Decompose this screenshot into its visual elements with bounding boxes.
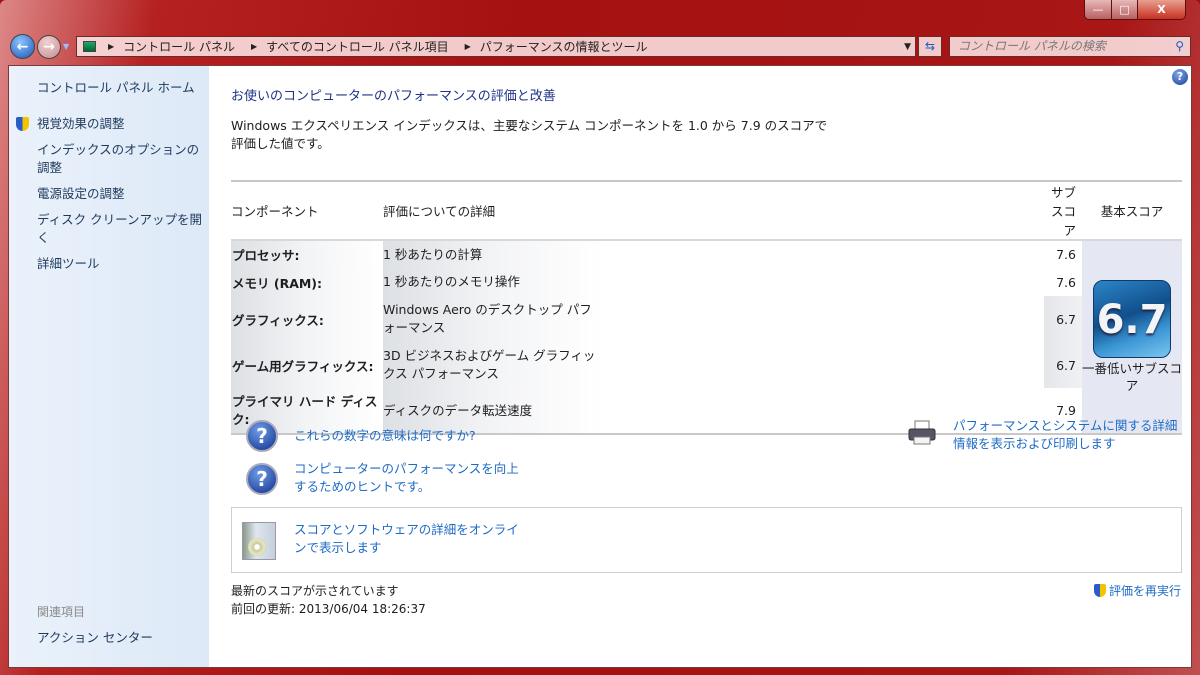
base-score-badge: 6.7 bbox=[1093, 280, 1171, 358]
subscore: 7.6 bbox=[1056, 247, 1076, 262]
disc-icon bbox=[248, 538, 266, 556]
page-description: Windows エクスペリエンス インデックスは、主要なシステム コンポーネント… bbox=[231, 118, 828, 151]
question-icon: ? bbox=[246, 463, 278, 495]
table-row: グラフィックス: Windows Aero のデスクトップ パフォーマンス 6.… bbox=[231, 296, 1182, 342]
sidebar-action-center[interactable]: アクション センター bbox=[37, 629, 202, 647]
sidebar-power-settings[interactable]: 電源設定の調整 bbox=[37, 185, 202, 203]
component-detail: 1 秒あたりのメモリ操作 bbox=[383, 268, 603, 296]
subscore: 6.7 bbox=[1044, 342, 1082, 388]
uac-shield-icon bbox=[1093, 584, 1106, 597]
uac-shield-icon bbox=[16, 117, 29, 131]
table-header: コンポーネント 評価についての詳細 サブスコア 基本スコア bbox=[231, 181, 1182, 241]
sidebar-home-link[interactable]: コントロール パネル ホーム bbox=[37, 79, 202, 97]
status-latest: 最新のスコアが示されています bbox=[231, 584, 399, 598]
related-heading: 関連項目 bbox=[37, 605, 86, 619]
breadcrumb-control-panel[interactable]: コントロール パネル bbox=[123, 38, 235, 55]
component-name: プロセッサ: bbox=[231, 240, 383, 268]
table-row: ゲーム用グラフィックス: 3D ビジネスおよびゲーム グラフィックス パフォーマ… bbox=[231, 342, 1182, 388]
rerun-assessment-link[interactable]: 評価を再実行 bbox=[1093, 582, 1181, 599]
subscore: 6.7 bbox=[1044, 296, 1082, 342]
recent-pages-dropdown[interactable]: ▼ bbox=[63, 42, 69, 51]
component-name: メモリ (RAM): bbox=[231, 268, 383, 296]
link-score-meaning[interactable]: これらの数字の意味は何ですか? bbox=[294, 427, 476, 445]
header-detail: 評価についての詳細 bbox=[383, 181, 603, 241]
status-text: 最新のスコアが示されています 前回の更新: 2013/06/04 18:26:3… bbox=[231, 582, 426, 618]
online-details-box: スコアとソフトウェアの詳細をオンラインで表示します bbox=[231, 507, 1182, 573]
address-dropdown-icon[interactable]: ▼ bbox=[904, 42, 911, 52]
address-bar[interactable]: ▶ コントロール パネル ▶ すべてのコントロール パネル項目 ▶ パフォーマン… bbox=[76, 36, 916, 57]
search-input[interactable]: コントロール パネルの検索 ⚲ bbox=[949, 36, 1191, 57]
subscore: 7.6 bbox=[1056, 274, 1076, 290]
sidebar-advanced-tools[interactable]: 詳細ツール bbox=[37, 255, 202, 273]
component-detail: Windows Aero のデスクトップ パフォーマンス bbox=[383, 296, 603, 342]
breadcrumb-separator-icon[interactable]: ▶ bbox=[108, 42, 114, 51]
navigation-buttons: ← → ▼ bbox=[10, 34, 69, 59]
forward-button[interactable]: → bbox=[37, 34, 61, 59]
sidebar: コントロール パネル ホーム 視覚効果の調整 インデックスのオプションの調整 電… bbox=[9, 66, 209, 667]
question-icon: ? bbox=[246, 420, 278, 452]
breadcrumb-performance[interactable]: パフォーマンスの情報とツール bbox=[480, 38, 648, 55]
refresh-button[interactable]: ⇆ bbox=[918, 36, 942, 57]
minimize-button[interactable]: — bbox=[1085, 0, 1112, 19]
score-table: コンポーネント 評価についての詳細 サブスコア 基本スコア プロセッサ: 1 秒… bbox=[231, 180, 1182, 435]
page-title: お使いのコンピューターのパフォーマンスの評価と改善 bbox=[231, 89, 556, 104]
breadcrumb-all-items[interactable]: すべてのコントロール パネル項目 bbox=[266, 38, 449, 55]
sidebar-disk-cleanup[interactable]: ディスク クリーンアップを開く bbox=[37, 211, 202, 247]
component-name: ゲーム用グラフィックス: bbox=[231, 342, 383, 388]
content-area: コントロール パネル ホーム 視覚効果の調整 インデックスのオプションの調整 電… bbox=[8, 65, 1192, 668]
search-icon[interactable]: ⚲ bbox=[1175, 37, 1184, 56]
maximize-button[interactable]: □ bbox=[1112, 0, 1138, 19]
link-print-details[interactable]: パフォーマンスとシステムに関する詳細情報を表示および印刷します bbox=[953, 417, 1188, 453]
control-panel-icon bbox=[83, 41, 96, 52]
component-detail: 1 秒あたりの計算 bbox=[383, 240, 603, 268]
main-panel: ? お使いのコンピューターのパフォーマンスの評価と改善 Windows エクスペ… bbox=[231, 66, 1191, 667]
component-name: グラフィックス: bbox=[231, 296, 383, 342]
rerun-label: 評価を再実行 bbox=[1108, 584, 1181, 598]
search-placeholder: コントロール パネルの検索 bbox=[958, 39, 1106, 53]
base-score-cell: 6.7 一番低いサブスコア bbox=[1082, 240, 1182, 434]
help-icon[interactable]: ? bbox=[1172, 69, 1188, 85]
header-subscore: サブスコア bbox=[1044, 181, 1082, 241]
table-row: メモリ (RAM): 1 秒あたりのメモリ操作 7.6 bbox=[231, 268, 1182, 296]
link-online-details[interactable]: スコアとソフトウェアの詳細をオンラインで表示します bbox=[294, 521, 524, 557]
printer-icon bbox=[908, 420, 936, 445]
close-button[interactable]: X bbox=[1138, 0, 1185, 19]
breadcrumb-separator-icon[interactable]: ▶ bbox=[251, 42, 257, 51]
status-last-update: 前回の更新: 2013/06/04 18:26:37 bbox=[231, 602, 426, 616]
table-row: プロセッサ: 1 秒あたりの計算 7.6 6.7 一番低いサブスコア bbox=[231, 240, 1182, 434]
header-base-score: 基本スコア bbox=[1082, 181, 1182, 241]
header-component: コンポーネント bbox=[231, 181, 383, 241]
window-controls: — □ X bbox=[1084, 0, 1186, 20]
base-score-label: 一番低いサブスコア bbox=[1082, 361, 1183, 393]
component-detail: 3D ビジネスおよびゲーム グラフィックス パフォーマンス bbox=[383, 342, 603, 388]
link-performance-tips[interactable]: コンピューターのパフォーマンスを向上するためのヒントです。 bbox=[294, 460, 524, 496]
back-button[interactable]: ← bbox=[10, 34, 35, 59]
breadcrumb-separator-icon[interactable]: ▶ bbox=[465, 42, 471, 51]
sidebar-visual-effects[interactable]: 視覚効果の調整 bbox=[37, 115, 202, 133]
sidebar-indexing-options[interactable]: インデックスのオプションの調整 bbox=[37, 141, 202, 177]
